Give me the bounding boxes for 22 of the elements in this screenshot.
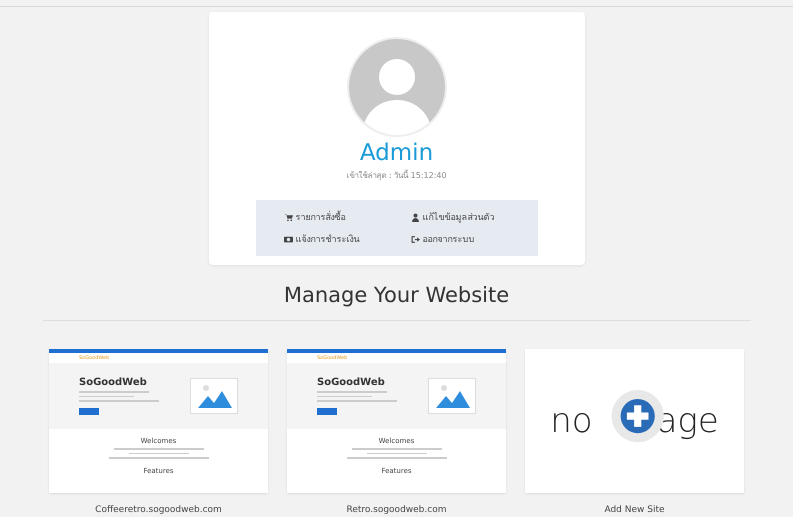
image-placeholder-icon — [428, 378, 476, 414]
site-caption: Coffeeretro.sogoodweb.com — [95, 505, 222, 515]
banknote-icon — [284, 234, 292, 244]
account-menu-link[interactable]: แก้ไขข้อมูลส่วนตัว — [410, 210, 538, 224]
account-menu-link[interactable]: ออกจากระบบ — [410, 232, 538, 246]
account-menu-link[interactable]: แจ้งการชำระเงิน — [284, 232, 410, 246]
logout-icon — [410, 234, 420, 244]
site-caption: Retro.sogoodweb.com — [346, 505, 446, 515]
last-login-text: เข้าใช้ล่าสุด : วันนี้ 15:12:40 — [346, 169, 447, 182]
account-menu-link[interactable]: รายการสั่งซื้อ — [284, 210, 410, 224]
avatar-icon — [346, 37, 446, 137]
site-caption: Add New Site — [604, 505, 665, 515]
preview-headline: SoGoodWeb — [79, 377, 148, 388]
image-placeholder-icon — [190, 378, 238, 414]
preview-button — [79, 408, 99, 415]
no-image-text: no — [550, 401, 593, 441]
section-heading: Manage Your Website — [284, 283, 510, 307]
preview-button — [317, 408, 337, 415]
preview-headline: SoGoodWeb — [317, 377, 386, 388]
user-icon — [410, 212, 420, 222]
user-name: Admin — [360, 139, 434, 167]
cart-icon — [284, 212, 292, 222]
